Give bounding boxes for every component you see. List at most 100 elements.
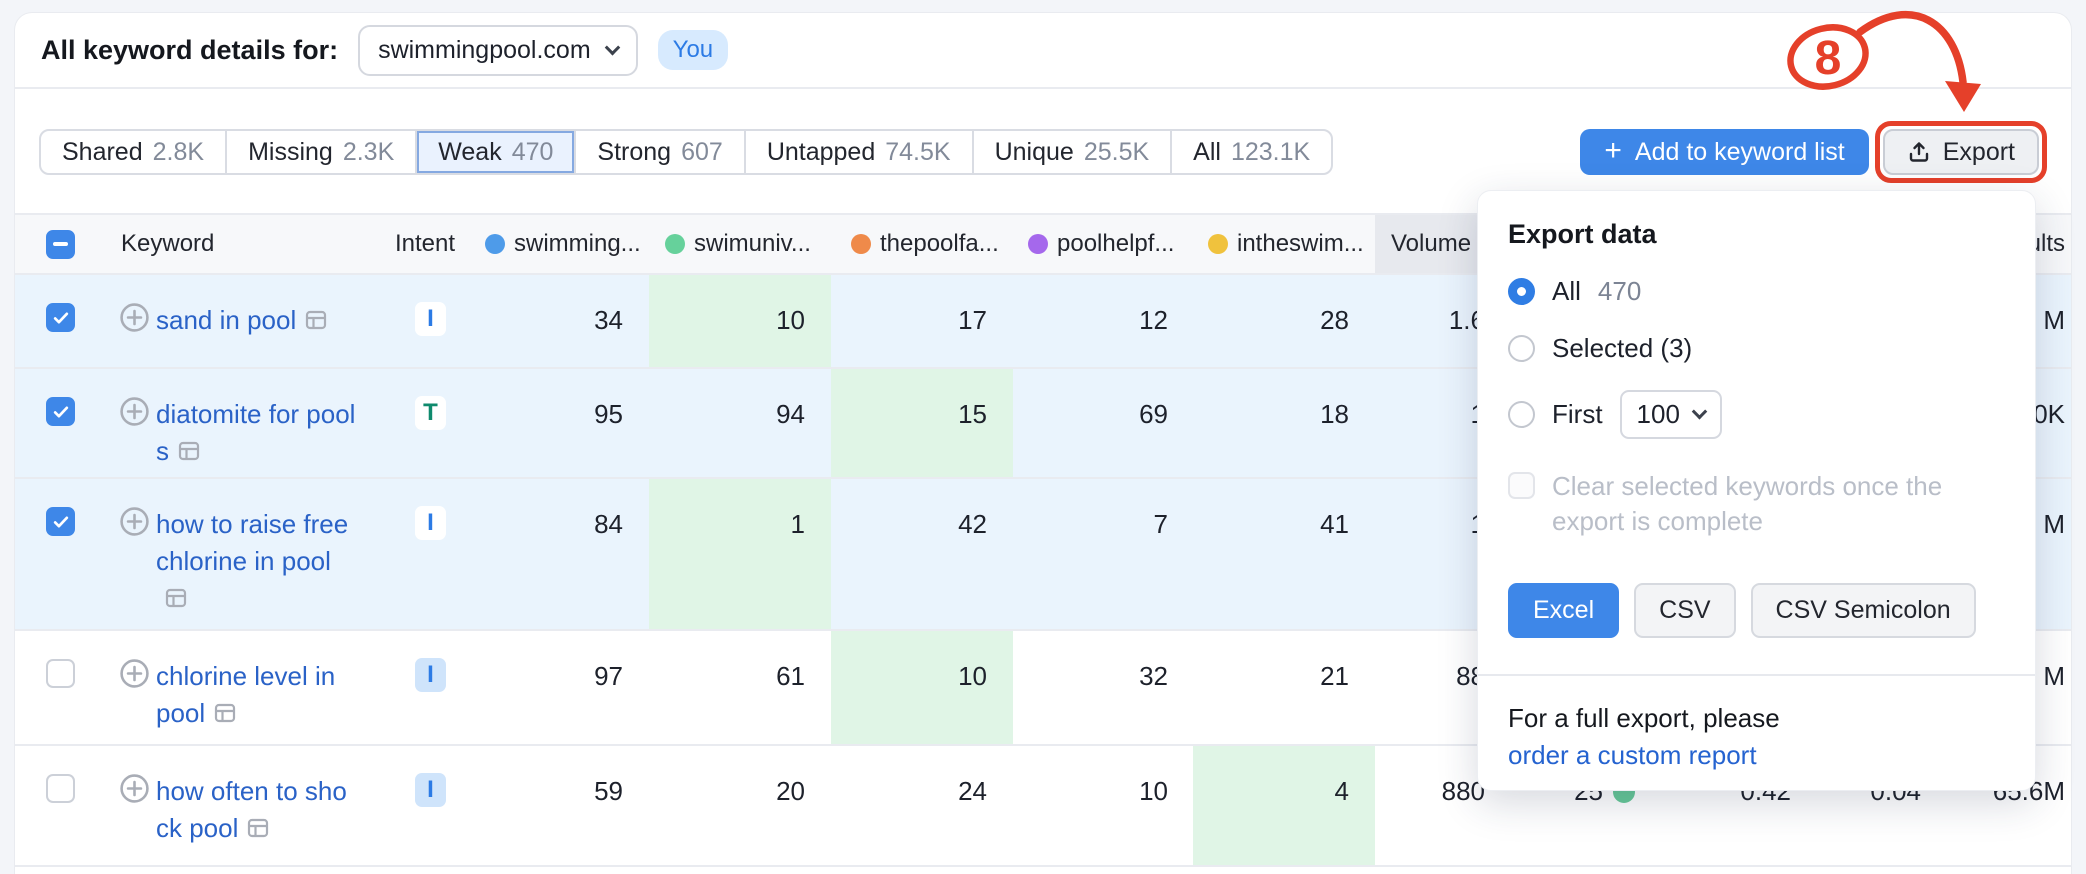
radio-icon[interactable] [1508, 401, 1535, 428]
serp-features-icon [164, 583, 188, 620]
chevron-down-icon [604, 39, 620, 55]
popup-footer-text: For a full export, please [1508, 703, 1780, 733]
first-count-dropdown[interactable]: 100 [1620, 390, 1722, 439]
popup-footer: For a full export, please order a custom… [1508, 700, 2005, 774]
rank-value: 7 [1012, 509, 1168, 540]
serp-features-icon [304, 308, 328, 332]
competitor-domain-label: swimuniv... [694, 230, 811, 258]
circle-plus-icon [119, 658, 150, 689]
add-to-keyword-list-button[interactable]: + Add to keyword list [1580, 129, 1868, 175]
filter-tab-weak[interactable]: Weak470 [417, 131, 576, 173]
serp-features-icon [304, 305, 328, 342]
rank-value: 59 [467, 776, 623, 807]
intent-badge: I [415, 302, 446, 336]
row-checkbox[interactable] [46, 507, 75, 536]
row-checkbox[interactable] [46, 303, 75, 332]
export-popup-title: Export data [1508, 219, 2005, 250]
export-option-all[interactable]: All 470 [1508, 276, 2005, 307]
filter-tab-count: 607 [681, 138, 723, 167]
row-checkbox[interactable] [46, 397, 75, 426]
export-format-csv-semicolon[interactable]: CSV Semicolon [1751, 583, 1976, 638]
rank-value: 18 [1193, 399, 1349, 430]
rank-value: 42 [831, 509, 987, 540]
rank-value: 4 [1193, 776, 1349, 807]
rank-value: 10 [831, 661, 987, 692]
clear-selected-option: Clear selected keywords once the export … [1508, 469, 2005, 539]
circle-plus-icon [119, 302, 150, 333]
first-count-value: 100 [1637, 399, 1680, 430]
best-rank-highlight [649, 479, 831, 629]
circle-plus-icon [119, 773, 150, 804]
serp-features-icon [213, 701, 237, 725]
volume-value: 880 [1375, 776, 1485, 807]
add-keyword-icon[interactable] [119, 506, 150, 542]
export-option-selected[interactable]: Selected (3) [1508, 333, 2005, 364]
column-header-keyword[interactable]: Keyword [121, 215, 214, 273]
keyword-link[interactable]: how to raise free chlorine in pool [156, 509, 348, 576]
export-popup: Export data All 470 Selected (3) First100 C… [1477, 190, 2036, 791]
volume-value: 88 [1375, 661, 1485, 692]
column-header-competitor[interactable]: intheswim... [1208, 215, 1364, 273]
column-header-competitor[interactable]: thepoolfa... [851, 215, 999, 273]
filter-tab-missing[interactable]: Missing2.3K [227, 131, 417, 173]
column-header-intent[interactable]: Intent [395, 215, 455, 273]
rank-value: 15 [831, 399, 987, 430]
rank-value: 1 [649, 509, 805, 540]
rank-value: 10 [1012, 776, 1168, 807]
radio-icon[interactable] [1508, 335, 1535, 362]
select-all-checkbox[interactable] [46, 230, 75, 259]
column-header-competitor[interactable]: swimuniv... [665, 215, 811, 273]
filter-tab-shared[interactable]: Shared 2.8K [41, 131, 227, 173]
filter-tab-count: 2.8K [153, 138, 204, 167]
rank-value: 28 [1193, 305, 1349, 336]
rank-value: 32 [1012, 661, 1168, 692]
add-keyword-icon[interactable] [119, 658, 150, 694]
select-all-checkbox-wrap [46, 215, 75, 273]
rank-value: 94 [649, 399, 805, 430]
rank-value: 61 [649, 661, 805, 692]
filter-tab-label: Shared [62, 138, 143, 167]
add-keyword-icon[interactable] [119, 302, 150, 338]
competitor-domain-label: poolhelpf... [1057, 230, 1174, 258]
rank-value: 41 [1193, 509, 1349, 540]
export-button[interactable]: Export [1883, 129, 2039, 175]
competitor-dot-icon [665, 234, 685, 254]
add-keyword-icon[interactable] [119, 773, 150, 809]
filter-tab-label: Untapped [767, 138, 875, 167]
serp-features-icon [177, 439, 201, 463]
competitor-dot-icon [851, 234, 871, 254]
order-custom-report-link[interactable]: order a custom report [1508, 740, 1757, 770]
clear-selected-label: Clear selected keywords once the export … [1552, 469, 1982, 539]
rank-value: 97 [467, 661, 623, 692]
competitor-domain-label: thepoolfa... [880, 230, 999, 258]
export-option-label: All [1552, 276, 1581, 307]
add-keyword-icon[interactable] [119, 396, 150, 432]
filter-tab-strong[interactable]: Strong607 [576, 131, 745, 173]
export-option-first[interactable]: First100 [1508, 390, 2005, 439]
circle-plus-icon [119, 396, 150, 427]
toolbar-actions: + Add to keyword list Export [1580, 129, 2039, 175]
row-checkbox[interactable] [46, 659, 75, 688]
export-format-buttons: Excel CSV CSV Semicolon [1508, 583, 2005, 638]
column-header-competitor[interactable]: poolhelpf... [1028, 215, 1174, 273]
rank-value: 24 [831, 776, 987, 807]
chevron-down-icon [1692, 404, 1708, 420]
filter-tab-untapped[interactable]: Untapped74.5K [746, 131, 974, 173]
export-option-count: 470 [1598, 276, 1641, 307]
domain-selector-value: swimmingpool.com [378, 36, 591, 65]
keyword-link[interactable]: chlorine level in pool [156, 661, 335, 728]
check-icon [51, 512, 71, 532]
radio-icon[interactable] [1508, 278, 1535, 305]
column-header-competitor[interactable]: swimming... [485, 215, 641, 273]
export-format-csv[interactable]: CSV [1634, 583, 1735, 638]
row-checkbox[interactable] [46, 774, 75, 803]
filter-tab-unique[interactable]: Unique25.5K [974, 131, 1173, 173]
domain-selector[interactable]: swimmingpool.com [358, 25, 638, 76]
volume-value: 1.6 [1375, 305, 1485, 336]
keyword-cell: how to raise free chlorine in pool [156, 506, 356, 620]
keyword-link[interactable]: sand in pool [156, 305, 296, 335]
filter-tab-label: Unique [995, 138, 1074, 167]
export-format-excel[interactable]: Excel [1508, 583, 1619, 638]
clear-selected-checkbox[interactable] [1508, 472, 1535, 499]
filter-tab-all[interactable]: All123.1K [1172, 131, 1331, 173]
